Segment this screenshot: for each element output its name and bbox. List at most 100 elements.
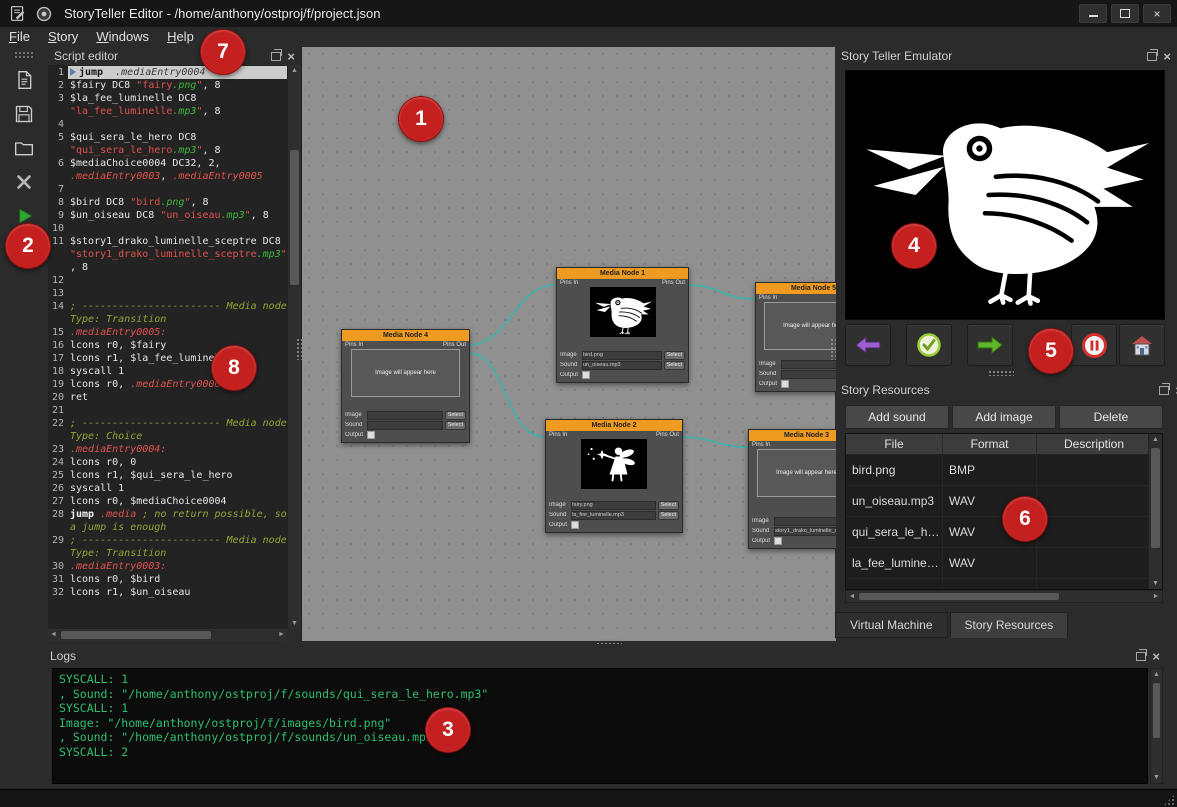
table-column-header[interactable]: File xyxy=(846,434,943,454)
code-line[interactable]: 21 xyxy=(48,404,287,417)
code-line[interactable]: 28jump .media ; no return possible, so a… xyxy=(48,508,287,534)
code-line[interactable]: 23.mediaEntry0004: xyxy=(48,443,287,456)
code-line[interactable]: 1jump .mediaEntry0004 xyxy=(48,66,287,79)
maximize-button[interactable] xyxy=(1111,4,1139,23)
close-button[interactable]: × xyxy=(1143,4,1171,23)
code-line[interactable]: 8$bird DC8 "bird.png", 8 xyxy=(48,196,287,209)
scroll-right-icon[interactable]: ► xyxy=(1150,591,1162,603)
undock-icon[interactable] xyxy=(271,52,281,61)
code-line[interactable]: 5$qui_sera_le_hero DC8 "qui_sera_le_hero… xyxy=(48,131,287,157)
panel-grip[interactable] xyxy=(988,370,1014,376)
graph-node[interactable]: Media Node 4 Pins InPins Out Image will … xyxy=(341,329,470,443)
add-sound-button[interactable]: Add sound xyxy=(845,405,949,429)
code-line[interactable]: 29; ----------------------- Media node T… xyxy=(48,534,287,560)
scrollbar-thumb[interactable] xyxy=(61,631,211,639)
new-script-button[interactable] xyxy=(9,66,39,94)
minimize-button[interactable] xyxy=(1079,4,1107,23)
code-line[interactable]: 20ret xyxy=(48,391,287,404)
code-line[interactable]: 11$story1_drako_luminelle_sceptre DC8 "s… xyxy=(48,235,287,274)
code-editor[interactable]: 1jump .mediaEntry00042$fairy DC8 "fairy.… xyxy=(48,65,287,629)
code-line[interactable]: 26syscall 1 xyxy=(48,482,287,495)
scroll-up-icon[interactable]: ▲ xyxy=(288,65,301,76)
next-button[interactable] xyxy=(967,324,1013,366)
code-line[interactable]: 4 xyxy=(48,118,287,131)
graph-node[interactable]: Media Node 5 Pins InPins Out Image will … xyxy=(755,282,837,392)
tab-story-resources[interactable]: Story Resources xyxy=(950,612,1069,638)
table-column-header[interactable]: Description xyxy=(1037,434,1151,454)
code-line[interactable]: 7 xyxy=(48,183,287,196)
menu-help[interactable]: Help xyxy=(158,27,203,47)
undock-icon[interactable] xyxy=(1159,386,1169,395)
code-line[interactable]: 22; ----------------------- Media node T… xyxy=(48,417,287,443)
node-output-checkbox[interactable] xyxy=(367,431,375,439)
node-title[interactable]: Media Node 2 xyxy=(546,420,682,431)
scroll-down-icon[interactable]: ▼ xyxy=(1151,772,1162,783)
scroll-down-icon[interactable]: ▼ xyxy=(1149,578,1162,589)
menu-story[interactable]: Story xyxy=(39,27,87,47)
node-select-button[interactable]: Select xyxy=(445,411,466,420)
scrollbar-thumb[interactable] xyxy=(1151,448,1160,548)
scrollbar-thumb[interactable] xyxy=(290,150,299,285)
graph-node[interactable]: Media Node 2 Pins InPins Out Image fairy… xyxy=(545,419,683,533)
tab-virtual-machine[interactable]: Virtual Machine xyxy=(835,612,948,638)
add-image-button[interactable]: Add image xyxy=(952,405,1056,429)
menu-windows[interactable]: Windows xyxy=(87,27,158,47)
code-line[interactable]: 24lcons r0, 0 xyxy=(48,456,287,469)
node-output-checkbox[interactable] xyxy=(571,521,579,529)
splitter-handle[interactable] xyxy=(596,638,622,644)
table-row[interactable]: fairy.pngBMP xyxy=(846,579,1151,590)
code-line[interactable]: 27lcons r0, $mediaChoice0004 xyxy=(48,495,287,508)
close-icon[interactable]: × xyxy=(1152,650,1160,663)
code-line[interactable]: 13 xyxy=(48,287,287,300)
node-select-button[interactable]: Select xyxy=(658,501,679,510)
node-select-button[interactable]: Select xyxy=(658,511,679,520)
code-line[interactable]: 2$fairy DC8 "fairy.png", 8 xyxy=(48,79,287,92)
code-line[interactable]: 9$un_oiseau DC8 "un_oiseau.mp3", 8 xyxy=(48,209,287,222)
scroll-up-icon[interactable]: ▲ xyxy=(1151,669,1162,680)
splitter-handle[interactable] xyxy=(296,338,302,360)
graph-node[interactable]: Media Node 1 Pins InPins Out Image bird.… xyxy=(556,267,689,383)
open-project-button[interactable] xyxy=(9,134,39,162)
node-title[interactable]: Media Node 3 xyxy=(749,430,837,441)
toolbar-grip[interactable] xyxy=(14,51,34,58)
pause-button[interactable] xyxy=(1071,324,1117,366)
table-row[interactable]: bird.pngBMP xyxy=(846,455,1151,486)
scroll-right-icon[interactable]: ► xyxy=(276,629,287,641)
resize-grip[interactable] xyxy=(1163,794,1175,806)
node-output-checkbox[interactable] xyxy=(781,380,789,388)
table-row[interactable]: qui_sera_le_h…WAV xyxy=(846,517,1151,548)
scroll-left-icon[interactable]: ◄ xyxy=(846,591,858,603)
splitter-handle[interactable] xyxy=(830,338,836,360)
code-line[interactable]: 6$mediaChoice0004 DC32, 2, .mediaEntry00… xyxy=(48,157,287,183)
logs-vertical-scrollbar[interactable]: ▲ ▼ xyxy=(1150,668,1163,784)
code-line[interactable]: 31lcons r0, $bird xyxy=(48,573,287,586)
code-line[interactable]: 12 xyxy=(48,274,287,287)
delete-resource-button[interactable]: Delete xyxy=(1059,405,1163,429)
undock-icon[interactable] xyxy=(1136,652,1146,661)
undock-icon[interactable] xyxy=(1147,52,1157,61)
code-line[interactable]: 16lcons r0, $fairy xyxy=(48,339,287,352)
node-title[interactable]: Media Node 1 xyxy=(557,268,688,279)
scrollbar-thumb[interactable] xyxy=(1153,683,1160,738)
code-line[interactable]: 15.mediaEntry0005: xyxy=(48,326,287,339)
table-vertical-scrollbar[interactable]: ▲ ▼ xyxy=(1148,434,1162,589)
code-line[interactable]: 3$la_fee_luminelle DC8 "la_fee_luminelle… xyxy=(48,92,287,118)
node-output-checkbox[interactable] xyxy=(582,371,590,379)
save-button[interactable] xyxy=(9,100,39,128)
previous-button[interactable] xyxy=(845,324,891,366)
code-line[interactable]: 14; ----------------------- Media node T… xyxy=(48,300,287,326)
table-horizontal-scrollbar[interactable]: ◄ ► xyxy=(845,590,1163,603)
ok-button[interactable] xyxy=(906,324,952,366)
scroll-down-icon[interactable]: ▼ xyxy=(288,618,301,629)
scroll-up-icon[interactable]: ▲ xyxy=(1149,434,1162,445)
node-select-button[interactable]: Select xyxy=(664,351,685,360)
node-output-checkbox[interactable] xyxy=(774,537,782,545)
node-graph-canvas[interactable]: Media Node 4 Pins InPins Out Image will … xyxy=(301,47,837,641)
code-line[interactable]: 25lcons r1, $qui_sera_le_hero xyxy=(48,469,287,482)
node-select-button[interactable]: Select xyxy=(445,421,466,430)
table-row[interactable]: la_fee_lumine…WAV xyxy=(846,548,1151,579)
node-title[interactable]: Media Node 5 xyxy=(756,283,837,294)
graph-node[interactable]: Media Node 3 Pins InPins Out Image will … xyxy=(748,429,837,549)
code-line[interactable]: 32lcons r1, $un_oiseau xyxy=(48,586,287,599)
node-title[interactable]: Media Node 4 xyxy=(342,330,469,341)
